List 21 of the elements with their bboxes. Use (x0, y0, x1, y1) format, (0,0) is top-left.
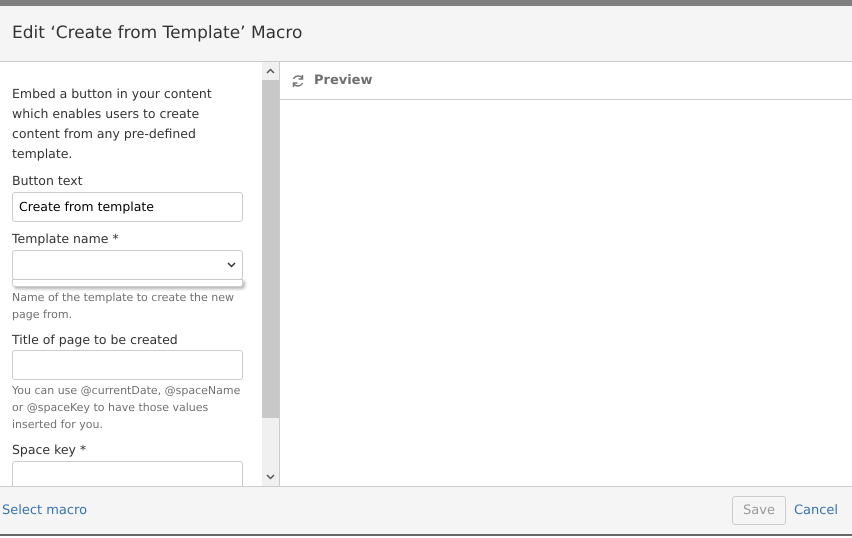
field-label: Template name * (12, 230, 119, 248)
scrollbar[interactable] (262, 62, 280, 486)
help-text: Name of the template to create the new page from. (12, 290, 235, 322)
input-field[interactable] (12, 461, 243, 486)
chevron-down-icon (227, 262, 236, 268)
dialog-title: Edit ‘Create from Template’ Macro (12, 23, 302, 44)
preview-title: Preview (314, 72, 373, 90)
dropdown-list[interactable] (12, 278, 243, 286)
select-macro-link[interactable]: Select macro (2, 500, 88, 520)
input-field[interactable] (12, 350, 243, 380)
select-field[interactable] (12, 250, 243, 280)
scroll-up-icon[interactable] (266, 68, 275, 74)
description-text: Embed a button in your content which enables users to create content from any pre-defined template. (12, 85, 213, 163)
field-label: Button text (12, 172, 83, 190)
refresh-icon[interactable] (291, 74, 305, 88)
field-label: Space key * (12, 441, 86, 460)
scroll-down-icon[interactable] (266, 474, 275, 480)
help-text: You can use @currentDate, @spaceName or @spaceKey to have those values inserted for you. (12, 383, 242, 434)
cancel-link[interactable]: Cancel (794, 496, 838, 524)
field-label: Title of page to be created (12, 330, 178, 349)
input-field[interactable]: Create from template (12, 192, 243, 222)
